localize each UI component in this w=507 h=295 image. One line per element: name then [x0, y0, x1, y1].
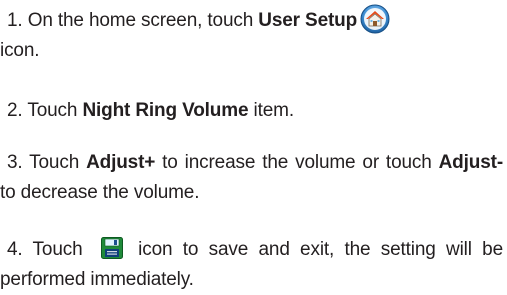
- step-text-tail: to decrease the volume.: [0, 182, 200, 203]
- home-icon: [360, 4, 390, 34]
- step-keyword: Night Ring Volume: [82, 100, 249, 121]
- step-text: Touch: [32, 239, 93, 260]
- step-keyword-2: Adjust-: [438, 152, 504, 173]
- step-keyword: Adjust+: [86, 152, 156, 173]
- step-number: 4.: [7, 239, 23, 260]
- step-text: On the home screen, touch: [27, 10, 259, 32]
- step-text-middle: to increase the volume or touch: [155, 152, 439, 173]
- step-keyword: User Setup: [258, 10, 358, 32]
- step-text: Touch: [27, 100, 83, 121]
- step-text-tail: icon.: [0, 40, 40, 62]
- step-text: Touch: [29, 152, 87, 173]
- save-icon: [100, 236, 123, 259]
- step-number: 3.: [7, 152, 23, 173]
- step-number: 2.: [7, 100, 23, 121]
- step-text-tail: item.: [248, 100, 295, 121]
- instruction-step-3: 3. Touch Adjust+ to increase the volume …: [0, 148, 503, 208]
- instruction-step-2: 2. Touch Night Ring Volume item.: [0, 96, 503, 126]
- instruction-step-4: 4. Touch icon to save and exit, the sett…: [0, 235, 503, 295]
- instruction-step-1: 1. On the home screen, touch User Setup …: [0, 4, 503, 66]
- step-number: 1.: [7, 10, 23, 32]
